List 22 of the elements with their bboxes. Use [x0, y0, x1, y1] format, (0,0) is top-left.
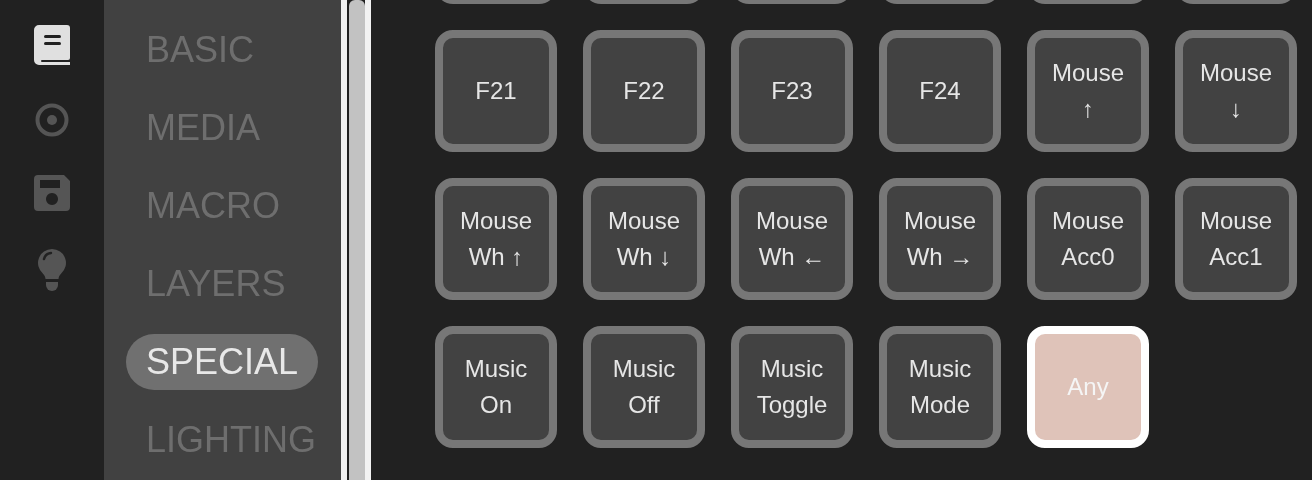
key[interactable]: F23	[731, 30, 853, 152]
key[interactable]: Music On	[435, 326, 557, 448]
target-icon[interactable]	[35, 103, 69, 137]
key[interactable]: F21	[435, 30, 557, 152]
key[interactable]: Mouse Wh ↑	[435, 178, 557, 300]
key[interactable]: Mouse Wh ↓	[583, 178, 705, 300]
key[interactable]: Music Toggle	[731, 326, 853, 448]
lightbulb-icon[interactable]	[37, 249, 67, 291]
key[interactable]: Mouse Acc1	[1175, 178, 1297, 300]
key[interactable]: Mouse Acc0	[1027, 178, 1149, 300]
key[interactable]: Mouse ↓	[1175, 30, 1297, 152]
key[interactable]: F22	[583, 30, 705, 152]
save-icon[interactable]	[34, 175, 70, 211]
key[interactable]: F24	[879, 30, 1001, 152]
key[interactable]: Music Off	[583, 326, 705, 448]
scrollbar-thumb[interactable]	[349, 0, 365, 480]
key[interactable]: Mouse Wh ←	[731, 178, 853, 300]
book-icon[interactable]	[34, 25, 70, 65]
menu-item[interactable]: SPECIAL	[126, 334, 319, 390]
key[interactable]: Mouse Wh →	[879, 178, 1001, 300]
key[interactable]: Music Mode	[879, 326, 1001, 448]
key[interactable]: Mouse ↑	[1027, 30, 1149, 152]
